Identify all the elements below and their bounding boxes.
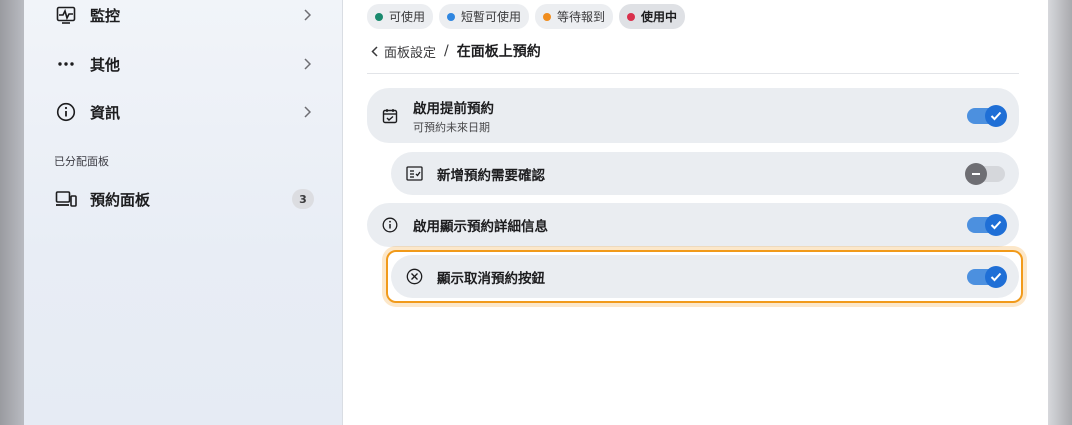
sidebar-item-info[interactable]: 資訊 xyxy=(54,97,314,127)
background-left xyxy=(0,0,24,425)
show-cancel-button-toggle[interactable] xyxy=(967,265,1007,288)
divider xyxy=(367,73,1019,74)
chevron-right-icon xyxy=(300,8,314,22)
info-icon xyxy=(54,100,78,124)
chevron-right-icon xyxy=(300,105,314,119)
sidebar-item-label: 其他 xyxy=(90,55,121,74)
page-title: 在面板上預約 xyxy=(456,44,541,60)
count-badge: 3 xyxy=(292,189,314,209)
legend-briefly-available: 短暫可使用 xyxy=(439,4,530,29)
calendar-check-icon xyxy=(381,107,399,125)
legend-label: 使用中 xyxy=(641,10,678,24)
setting-title: 顯示取消預約按鈕 xyxy=(437,270,545,287)
sidebar-item-booking-panel[interactable]: 預約面板 3 xyxy=(54,184,314,214)
status-dot xyxy=(543,12,552,21)
setting-subtitle: 可預約未來日期 xyxy=(413,120,490,134)
require-confirmation-toggle[interactable] xyxy=(965,162,1005,185)
breadcrumb-back-label: 面板設定 xyxy=(384,45,437,61)
app-window: 監控 其他 資訊 已分配面板 預約面板 3 可使用 短暫可使用 等待報到 使用中… xyxy=(24,0,1048,425)
devices-icon xyxy=(54,187,78,211)
check-icon xyxy=(985,265,1007,288)
legend-available: 可使用 xyxy=(367,4,434,29)
monitor-chart-icon xyxy=(54,3,78,27)
setting-show-booking-details: 啟用顯示預約詳細信息 xyxy=(367,203,1019,247)
info-icon xyxy=(381,216,399,234)
setting-advance-booking: 啟用提前預約 可預約未來日期 xyxy=(367,88,1019,143)
more-dots-icon xyxy=(54,52,78,76)
show-booking-details-toggle[interactable] xyxy=(967,214,1007,236)
status-dot xyxy=(447,12,456,21)
legend-awaiting-checkin: 等待報到 xyxy=(535,4,614,29)
advance-booking-toggle[interactable] xyxy=(967,104,1007,127)
check-icon xyxy=(985,214,1007,236)
main-content: 可使用 短暫可使用 等待報到 使用中 面板設定 / 在面板上預約 啟用提前預約 … xyxy=(343,0,1048,425)
legend-label: 等待報到 xyxy=(557,10,606,24)
status-dot xyxy=(375,12,383,21)
minus-icon xyxy=(965,162,987,185)
sidebar: 監控 其他 資訊 已分配面板 預約面板 3 xyxy=(24,0,343,425)
breadcrumb-separator: / xyxy=(444,43,449,59)
legend-label: 短暫可使用 xyxy=(461,10,522,24)
background-right xyxy=(1048,0,1072,425)
setting-require-confirmation: 新增預約需要確認 xyxy=(391,152,1019,195)
sidebar-item-other[interactable]: 其他 xyxy=(54,49,314,79)
assigned-panels-heading: 已分配面板 xyxy=(54,155,109,168)
breadcrumb-back-link[interactable]: 面板設定 xyxy=(371,42,436,61)
setting-show-cancel-button: 顯示取消預約按鈕 xyxy=(391,255,1019,298)
checklist-icon xyxy=(405,165,423,183)
status-legend: 可使用 短暫可使用 等待報到 使用中 xyxy=(367,4,686,29)
sidebar-item-monitor[interactable]: 監控 xyxy=(54,0,314,30)
cancel-circle-icon xyxy=(405,268,423,286)
legend-in-use: 使用中 xyxy=(619,4,686,29)
setting-title: 啟用提前預約 xyxy=(413,100,494,117)
chevron-left-icon xyxy=(371,45,378,57)
sidebar-item-label: 預約面板 xyxy=(90,190,151,209)
sidebar-item-label: 監控 xyxy=(90,6,121,25)
chevron-right-icon xyxy=(300,57,314,71)
check-icon xyxy=(985,104,1007,127)
legend-label: 可使用 xyxy=(389,10,426,24)
setting-title: 新增預約需要確認 xyxy=(437,167,545,184)
setting-title: 啟用顯示預約詳細信息 xyxy=(413,219,548,235)
sidebar-item-label: 資訊 xyxy=(90,103,121,122)
status-dot xyxy=(627,12,636,21)
breadcrumb: 面板設定 / 在面板上預約 xyxy=(371,41,541,61)
